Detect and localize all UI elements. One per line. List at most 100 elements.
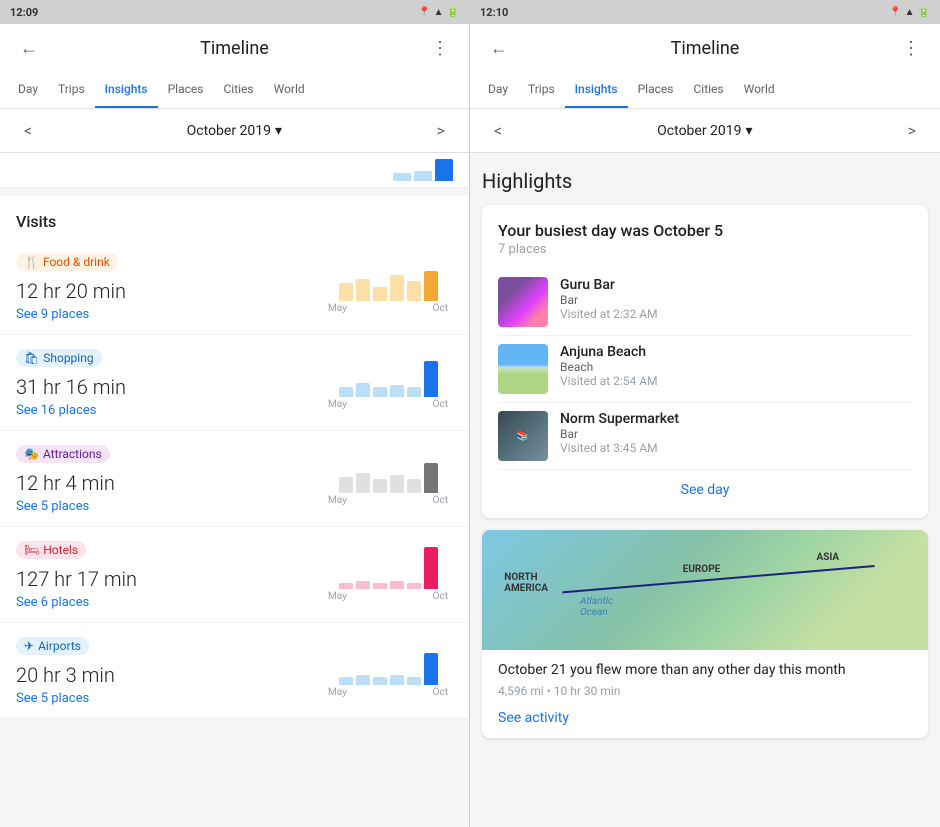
norm-supermarket-info: Norm Supermarket Bar Visited at 3:45 AM <box>560 411 912 455</box>
anjuna-beach-info: Anjuna Beach Beach Visited at 2:54 AM <box>560 344 912 388</box>
attractions-icon: 🎭 <box>24 447 39 461</box>
category-airports-row: ✈ Airports 20 hr 3 min See 5 places <box>16 635 453 706</box>
hotels-see-places[interactable]: See 6 places <box>16 595 323 610</box>
more-button-left[interactable]: ⋮ <box>427 34 453 63</box>
category-food-row: 🍴 Food & drink 12 hr 20 min See 9 places <box>16 251 453 322</box>
guru-bar-type: Bar <box>560 293 912 307</box>
attractions-see-places[interactable]: See 5 places <box>16 499 323 514</box>
hotels-label: Hotels <box>43 543 78 557</box>
bar <box>339 583 353 589</box>
more-icon-left: ⋮ <box>431 38 449 59</box>
prev-month-left[interactable]: < <box>16 117 40 144</box>
category-hotels-row: 🛏 Hotels 127 hr 17 min See 6 places <box>16 539 453 610</box>
back-button-right[interactable]: ← <box>486 34 512 63</box>
time-right: 12:10 <box>480 6 508 19</box>
norm-supermarket-name: Norm Supermarket <box>560 411 912 427</box>
hotels-info: 🛏 Hotels 127 hr 17 min See 6 places <box>16 539 323 610</box>
place-item-anjuna-beach: Anjuna Beach Beach Visited at 2:54 AM <box>498 336 912 403</box>
bar <box>356 383 370 397</box>
highlights-section: Highlights Your busiest day was October … <box>470 153 940 758</box>
bar-highlight <box>424 271 438 301</box>
status-bar-left: 12:09 📍 ▲ 🔋 <box>0 0 469 24</box>
next-month-right[interactable]: > <box>900 117 924 144</box>
tab-world-right[interactable]: World <box>734 72 785 108</box>
wifi-icon-r: ▲ <box>905 7 915 18</box>
attractions-tag: 🎭 Attractions <box>16 445 110 463</box>
guru-bar-thumb <box>498 277 548 327</box>
tab-insights-right[interactable]: Insights <box>565 72 628 108</box>
bar <box>339 387 353 397</box>
anjuna-beach-type: Beach <box>560 360 912 374</box>
category-attractions: 🎭 Attractions 12 hr 4 min See 5 places <box>0 431 469 527</box>
food-chart-labels: May Oct <box>328 303 448 314</box>
scroll-area-right[interactable]: Highlights Your busiest day was October … <box>470 153 940 827</box>
shopping-chart-labels: May Oct <box>328 399 448 410</box>
attractions-label: Attractions <box>43 447 102 461</box>
tab-places-right[interactable]: Places <box>628 72 684 108</box>
shopping-icon: 🛍 <box>24 351 39 365</box>
prev-month-right[interactable]: < <box>486 117 510 144</box>
category-airports: ✈ Airports 20 hr 3 min See 5 places <box>0 623 469 719</box>
preview-bar-2 <box>414 171 432 181</box>
next-month-left[interactable]: > <box>429 117 453 144</box>
tab-trips-left[interactable]: Trips <box>48 72 95 108</box>
food-see-places[interactable]: See 9 places <box>16 307 323 322</box>
bar <box>373 479 387 493</box>
bar <box>339 283 353 301</box>
tab-world-left[interactable]: World <box>264 72 315 108</box>
bar <box>339 677 353 685</box>
guru-bar-name: Guru Bar <box>560 277 912 293</box>
airports-see-places[interactable]: See 5 places <box>16 691 323 706</box>
shopping-see-places[interactable]: See 16 places <box>16 403 323 418</box>
bar <box>390 475 404 493</box>
tabs-right: Day Trips Insights Places Cities World <box>470 72 940 109</box>
wifi-icon: ▲ <box>434 7 444 18</box>
attractions-duration: 12 hr 4 min <box>16 471 323 495</box>
bar <box>407 387 421 397</box>
flight-stats: 4,596 mi • 10 hr 30 min <box>482 682 928 706</box>
flight-path-svg <box>482 530 928 650</box>
page-title-left: Timeline <box>200 38 269 59</box>
category-shopping-row: 🛍 Shopping 31 hr 16 min See 16 places <box>16 347 453 418</box>
busiest-day-title: Your busiest day was October 5 <box>498 221 912 240</box>
norm-supermarket-type: Bar <box>560 427 912 441</box>
back-button-left[interactable]: ← <box>16 34 42 63</box>
bar <box>339 477 353 493</box>
attractions-chart-labels: May Oct <box>328 495 448 506</box>
tab-places-left[interactable]: Places <box>158 72 214 108</box>
bar <box>356 581 370 589</box>
tab-day-left[interactable]: Day <box>8 72 48 108</box>
location-icon-r: 📍 <box>889 7 901 18</box>
bar <box>390 675 404 685</box>
tab-trips-right[interactable]: Trips <box>518 72 565 108</box>
airports-tag: ✈ Airports <box>16 637 89 655</box>
bar-highlight <box>424 653 438 685</box>
bar <box>373 387 387 397</box>
see-day-link[interactable]: See day <box>498 470 912 502</box>
bar <box>373 583 387 589</box>
scroll-area-left[interactable]: Visits 🍴 Food & drink 12 hr 20 min See 9… <box>0 188 469 827</box>
see-activity-link[interactable]: See activity <box>482 706 928 738</box>
month-title-right[interactable]: October 2019 ▾ <box>657 123 752 139</box>
page-title-right: Timeline <box>671 38 740 59</box>
norm-supermarket-thumb: 📚 <box>498 411 548 461</box>
busiest-day-card: Your busiest day was October 5 7 places … <box>482 205 928 518</box>
shopping-info: 🛍 Shopping 31 hr 16 min See 16 places <box>16 347 323 418</box>
hotels-bars <box>339 539 438 589</box>
airports-icon: ✈ <box>24 639 34 653</box>
bar <box>356 675 370 685</box>
shopping-duration: 31 hr 16 min <box>16 375 323 399</box>
bar <box>390 275 404 301</box>
food-duration: 12 hr 20 min <box>16 279 323 303</box>
airports-duration: 20 hr 3 min <box>16 663 323 687</box>
month-title-left[interactable]: October 2019 ▾ <box>187 123 282 139</box>
shopping-tag: 🛍 Shopping <box>16 349 102 367</box>
month-nav-right: < October 2019 ▾ > <box>470 109 940 153</box>
tab-insights-left[interactable]: Insights <box>95 72 158 108</box>
food-bars <box>339 251 438 301</box>
location-icon: 📍 <box>418 7 430 18</box>
tab-cities-left[interactable]: Cities <box>213 72 263 108</box>
more-button-right[interactable]: ⋮ <box>898 34 924 63</box>
tab-day-right[interactable]: Day <box>478 72 518 108</box>
tab-cities-right[interactable]: Cities <box>683 72 733 108</box>
